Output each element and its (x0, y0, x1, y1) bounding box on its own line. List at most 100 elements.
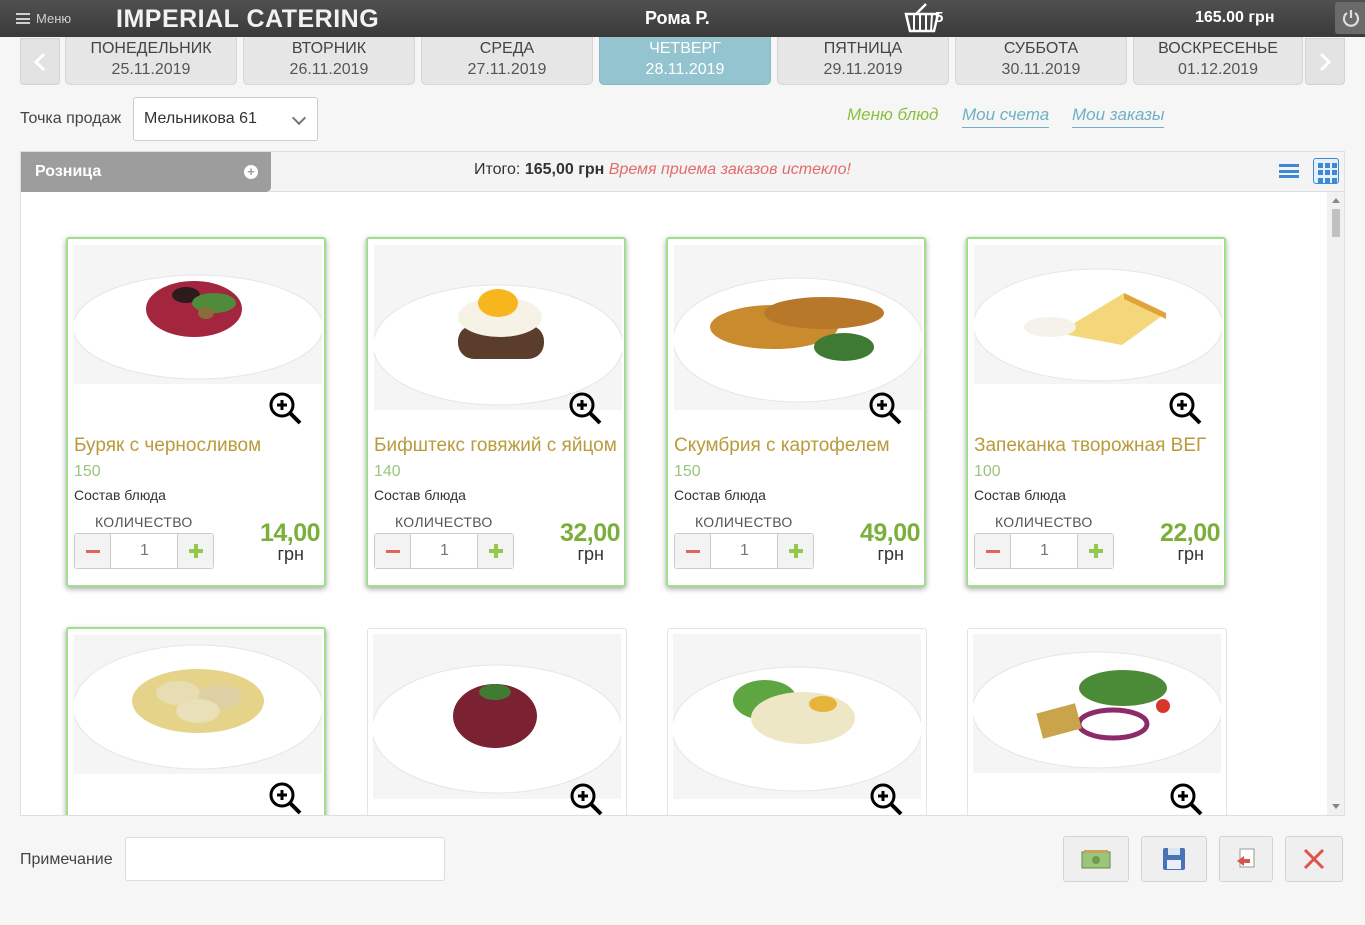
decrease-button[interactable] (675, 534, 711, 568)
menu-label: Меню (36, 11, 72, 26)
day-name: ПЯТНИЦА (823, 40, 903, 57)
day-tab-saturday[interactable]: СУББОТА 30.11.2019 (955, 37, 1127, 85)
save-button[interactable] (1141, 836, 1207, 882)
product-card[interactable] (967, 628, 1227, 815)
minus-icon (685, 549, 700, 553)
cancel-x-icon (1303, 848, 1325, 870)
total-label: Итого: (474, 161, 521, 178)
plus-icon (188, 544, 203, 558)
zoom-in-icon[interactable] (868, 391, 902, 425)
increase-button[interactable] (177, 534, 213, 568)
quantity-input[interactable]: 1 (412, 534, 477, 568)
zoom-in-icon[interactable] (268, 391, 302, 425)
day-tab-sunday[interactable]: ВОСКРЕСЕНЬЕ 01.12.2019 (1133, 37, 1303, 85)
decrease-button[interactable] (75, 534, 111, 568)
day-tab-thursday[interactable]: ЧЕТВЕРГ 28.11.2019 (599, 37, 771, 85)
power-icon (1342, 10, 1360, 27)
cart-count: 5 (935, 9, 944, 26)
product-card[interactable] (367, 628, 627, 815)
day-date: 26.11.2019 (289, 61, 369, 78)
dish-composition-link[interactable]: Состав блюда (674, 487, 766, 503)
product-card[interactable]: Бифштекс говяжий с яйцом 140 Состав блюд… (366, 237, 626, 587)
product-card[interactable] (66, 627, 326, 815)
dish-composition-link[interactable]: Состав блюда (974, 487, 1066, 503)
zoom-in-icon[interactable] (1168, 391, 1202, 425)
next-week-button[interactable] (1305, 38, 1345, 85)
prev-week-button[interactable] (20, 38, 60, 85)
note-input[interactable] (125, 837, 445, 881)
power-button[interactable] (1335, 2, 1365, 34)
dish-name: Буряк с черносливом (74, 435, 262, 456)
zoom-in-icon[interactable] (1169, 782, 1203, 815)
day-date: 27.11.2019 (467, 61, 547, 78)
dish-photo (74, 635, 322, 774)
product-card[interactable]: Запеканка творожная ВЕГ 100 Состав блюда… (966, 237, 1226, 587)
header-total: 165.00 грн (1195, 9, 1275, 26)
grid-view-icon[interactable] (1313, 158, 1339, 184)
day-tab-friday[interactable]: ПЯТНИЦА 29.11.2019 (777, 37, 949, 85)
order-total: Итого: 165,00 грн Время приема заказов и… (474, 161, 851, 179)
decrease-button[interactable] (375, 534, 411, 568)
products-grid: Буряк с черносливом 150 Состав блюда КОЛ… (20, 192, 1345, 816)
menu-button[interactable]: Меню (16, 11, 71, 26)
zoom-in-icon[interactable] (569, 782, 603, 815)
quantity-input[interactable]: 1 (112, 534, 177, 568)
user-name[interactable]: Рома Р. (645, 8, 710, 29)
cancel-button[interactable] (1285, 836, 1343, 882)
day-name: ПОНЕДЕЛЬНИК (90, 40, 212, 57)
link-my-orders[interactable]: Мои заказы (1072, 105, 1165, 128)
return-button[interactable] (1219, 836, 1273, 882)
decrease-button[interactable] (975, 534, 1011, 568)
quantity-input[interactable]: 1 (712, 534, 777, 568)
currency-label: грн (877, 544, 904, 564)
vertical-scrollbar[interactable] (1327, 192, 1344, 815)
dish-composition-link[interactable]: Состав блюда (374, 487, 466, 503)
day-tabs: ПОНЕДЕЛЬНИК 25.11.2019 ВТОРНИК 26.11.201… (20, 37, 1345, 86)
increase-button[interactable] (477, 534, 513, 568)
product-card[interactable]: Буряк с черносливом 150 Состав блюда КОЛ… (66, 237, 326, 587)
zoom-in-icon[interactable] (869, 782, 903, 815)
day-name: ВТОРНИК (291, 40, 367, 57)
list-view-icon[interactable] (1279, 162, 1299, 180)
hamburger-icon (16, 13, 30, 24)
sales-point-select[interactable]: Мельникова 61 (133, 97, 318, 141)
zoom-in-icon[interactable] (268, 781, 302, 815)
dish-photo (373, 634, 621, 799)
scroll-thumb[interactable] (1332, 209, 1340, 237)
quantity-stepper: 1 (974, 533, 1114, 569)
day-date: 29.11.2019 (823, 61, 903, 78)
plus-icon (788, 544, 803, 558)
quantity-label: КОЛИЧЕСТВО (695, 514, 793, 530)
dish-composition-link[interactable]: Состав блюда (74, 487, 166, 503)
link-my-bills[interactable]: Мои счета (962, 105, 1050, 128)
day-tab-monday[interactable]: ПОНЕДЕЛЬНИК 25.11.2019 (65, 37, 237, 85)
product-card[interactable]: Скумбрия с картофелем 150 Состав блюда К… (666, 237, 926, 587)
increase-button[interactable] (1077, 534, 1113, 568)
note-label: Примечание (20, 851, 113, 868)
sales-point-value: Мельникова 61 (144, 110, 257, 127)
scroll-down-icon[interactable] (1332, 804, 1340, 809)
currency-label: грн (277, 544, 304, 564)
minus-icon (85, 549, 100, 553)
day-name: ЧЕТВЕРГ (649, 40, 721, 57)
quantity-input[interactable]: 1 (1012, 534, 1077, 568)
increase-button[interactable] (777, 534, 813, 568)
link-dish-menu[interactable]: Меню блюд (847, 105, 938, 125)
pay-button[interactable] (1063, 836, 1129, 882)
day-tab-wednesday[interactable]: СРЕДА 27.11.2019 (421, 37, 593, 85)
dish-photo (74, 245, 322, 384)
minus-icon (985, 549, 1000, 553)
plus-circle-icon[interactable]: + (244, 165, 258, 179)
chevron-right-icon (1319, 52, 1331, 71)
quantity-stepper: 1 (374, 533, 514, 569)
quantity-label: КОЛИЧЕСТВО (95, 514, 193, 530)
category-tab-retail[interactable]: Розница + (21, 152, 271, 192)
dish-photo (974, 245, 1222, 384)
day-tab-tuesday[interactable]: ВТОРНИК 26.11.2019 (243, 37, 415, 85)
day-name: ВОСКРЕСЕНЬЕ (1158, 40, 1278, 57)
plus-icon (1088, 544, 1103, 558)
product-card[interactable] (667, 628, 927, 815)
brand-logo: IMPERIAL CATERING (116, 5, 380, 33)
scroll-up-icon[interactable] (1332, 198, 1340, 203)
zoom-in-icon[interactable] (568, 391, 602, 425)
